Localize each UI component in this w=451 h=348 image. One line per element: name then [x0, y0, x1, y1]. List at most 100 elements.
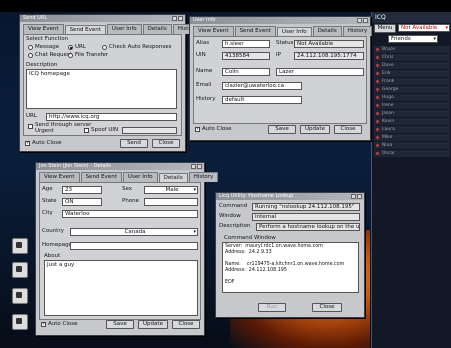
- tab-details[interactable]: Details: [312, 26, 342, 36]
- auto-close-checkbox[interactable]: [41, 321, 46, 327]
- minimize-button[interactable]: [191, 164, 196, 169]
- run-button[interactable]: Run: [258, 303, 286, 312]
- update-button[interactable]: Update: [300, 125, 330, 134]
- hostname-lookup-titlebar[interactable]: Licq Utility: Hostname Lookup: [216, 193, 364, 200]
- send-button[interactable]: Send: [120, 139, 148, 148]
- user-info-titlebar[interactable]: User Info: [190, 17, 370, 24]
- tab-send-event[interactable]: Send Event: [80, 172, 122, 182]
- radio-url[interactable]: [68, 45, 73, 50]
- tab-history[interactable]: History: [342, 26, 373, 36]
- tab-user-info[interactable]: User Info: [106, 24, 142, 34]
- icq-contact-item[interactable]: Oscar: [374, 150, 450, 157]
- close-window-button[interactable]: [197, 164, 202, 169]
- tab-view-event[interactable]: View Event: [23, 24, 64, 34]
- user-info-window: User Info View Event Send Event User Inf…: [189, 16, 373, 141]
- alias-label: Alias: [196, 40, 210, 46]
- last-name-input[interactable]: Lazer: [276, 68, 364, 76]
- tab-user-info[interactable]: User Info: [122, 172, 158, 182]
- radio-file-transfer[interactable]: [68, 53, 73, 58]
- minimize-button[interactable]: [172, 16, 177, 21]
- desktop-icon-terminal[interactable]: [12, 238, 28, 254]
- minimize-button[interactable]: [357, 18, 362, 23]
- radio-message-label: Message: [35, 44, 60, 50]
- icq-contact-item[interactable]: Mike: [374, 134, 450, 141]
- icq-contact-item[interactable]: Kevin: [374, 118, 450, 125]
- radio-url-label: URL: [75, 44, 86, 50]
- save-button[interactable]: Save: [106, 320, 134, 329]
- icq-contact-item[interactable]: Erik: [374, 70, 450, 77]
- update-button[interactable]: Update: [138, 320, 168, 329]
- auto-close-label: Auto Close: [202, 126, 232, 132]
- icq-contact-item[interactable]: Bruce: [374, 46, 450, 53]
- details-panel: Age 23 Sex Male State ON Phone City Wate…: [39, 182, 201, 320]
- country-select[interactable]: Canada: [70, 228, 198, 236]
- details-title: Jon Stein (Jon Stein) - Details: [39, 163, 111, 169]
- sex-select[interactable]: Male: [144, 186, 198, 194]
- email-input[interactable]: clazier@uwaterloo.ca: [222, 82, 302, 90]
- age-input[interactable]: 23: [62, 186, 102, 194]
- icq-contact-panel: ICQ Menu Not Available Friends BruceChri…: [371, 12, 451, 348]
- close-window-button[interactable]: [363, 18, 368, 23]
- icq-contact-item[interactable]: Chris: [374, 54, 450, 61]
- radio-message[interactable]: [28, 45, 33, 50]
- tab-details[interactable]: Details: [142, 24, 172, 34]
- spoof-uin-checkbox[interactable]: [84, 128, 89, 133]
- icq-contact-item[interactable]: Frank: [374, 78, 450, 85]
- state-label: State: [42, 198, 57, 204]
- icq-status-select[interactable]: Not Available: [398, 24, 450, 32]
- minimize-button[interactable]: [351, 194, 356, 199]
- icq-contact-item[interactable]: George: [374, 86, 450, 93]
- send-through-server-checkbox[interactable]: [28, 124, 33, 129]
- tab-history[interactable]: History: [188, 172, 219, 182]
- url-input[interactable]: http://www.icq.org: [46, 113, 177, 121]
- user-info-title: User Info: [193, 17, 216, 23]
- phone-input[interactable]: [144, 198, 198, 206]
- icq-contact-item[interactable]: Laura: [374, 126, 450, 133]
- tab-send-event[interactable]: Send Event: [234, 26, 276, 36]
- command-label: Command: [219, 203, 248, 209]
- close-button[interactable]: Close: [334, 125, 362, 134]
- icq-contact-item[interactable]: Dave: [374, 62, 450, 69]
- icq-contact-item[interactable]: Hugo: [374, 94, 450, 101]
- homepage-input[interactable]: [70, 242, 198, 250]
- state-input[interactable]: ON: [62, 198, 102, 206]
- close-button[interactable]: Close: [172, 320, 200, 329]
- icq-contact-item[interactable]: Irene: [374, 102, 450, 109]
- description-textarea[interactable]: ICQ homepage: [26, 69, 177, 109]
- send-url-title: Send URL: [23, 15, 48, 21]
- close-button[interactable]: Close: [152, 139, 180, 148]
- auto-close-checkbox[interactable]: [195, 126, 200, 132]
- desktop-icon-editor[interactable]: [12, 288, 28, 304]
- tab-view-event[interactable]: View Event: [39, 172, 80, 182]
- alias-input[interactable]: h.sleer: [222, 40, 270, 48]
- icq-contact-item[interactable]: Nina: [374, 142, 450, 149]
- details-titlebar[interactable]: Jon Stein (Jon Stein) - Details: [36, 163, 204, 170]
- close-window-button[interactable]: [178, 16, 183, 21]
- top-bar: [0, 0, 451, 12]
- icq-contact-item[interactable]: Jason: [374, 110, 450, 117]
- icq-menu-button[interactable]: Menu: [374, 24, 396, 33]
- desktop-icon-files[interactable]: [12, 262, 28, 278]
- history-input[interactable]: default: [222, 96, 302, 104]
- desktop-icon-settings[interactable]: [12, 314, 28, 330]
- close-button[interactable]: Close: [312, 303, 342, 312]
- radio-chat-request[interactable]: [28, 53, 33, 58]
- auto-close-checkbox[interactable]: [25, 140, 30, 146]
- description-label: Description: [219, 223, 251, 229]
- hostname-lookup-title: Licq Utility: Hostname Lookup: [219, 193, 294, 199]
- save-button[interactable]: Save: [268, 125, 296, 134]
- description-field: Perform a hostname lookup on the user's …: [256, 223, 360, 231]
- send-url-window: Send URL View Event Send Event User Info…: [19, 14, 203, 152]
- send-url-titlebar[interactable]: Send URL: [20, 15, 185, 22]
- spoof-uin-label: Spoof UIN: [91, 127, 119, 133]
- radio-check-auto[interactable]: [102, 45, 107, 50]
- tab-view-event[interactable]: View Event: [193, 26, 234, 36]
- icq-group-select[interactable]: Friends: [388, 35, 438, 43]
- first-name-input[interactable]: Colin: [222, 68, 270, 76]
- close-window-button[interactable]: [357, 194, 362, 199]
- spoof-uin-input[interactable]: [122, 127, 177, 134]
- about-textarea[interactable]: Just a guy: [44, 260, 198, 316]
- auto-close-label: Auto Close: [32, 140, 62, 146]
- city-input[interactable]: Waterloo: [62, 210, 198, 218]
- name-label: Name: [196, 68, 213, 74]
